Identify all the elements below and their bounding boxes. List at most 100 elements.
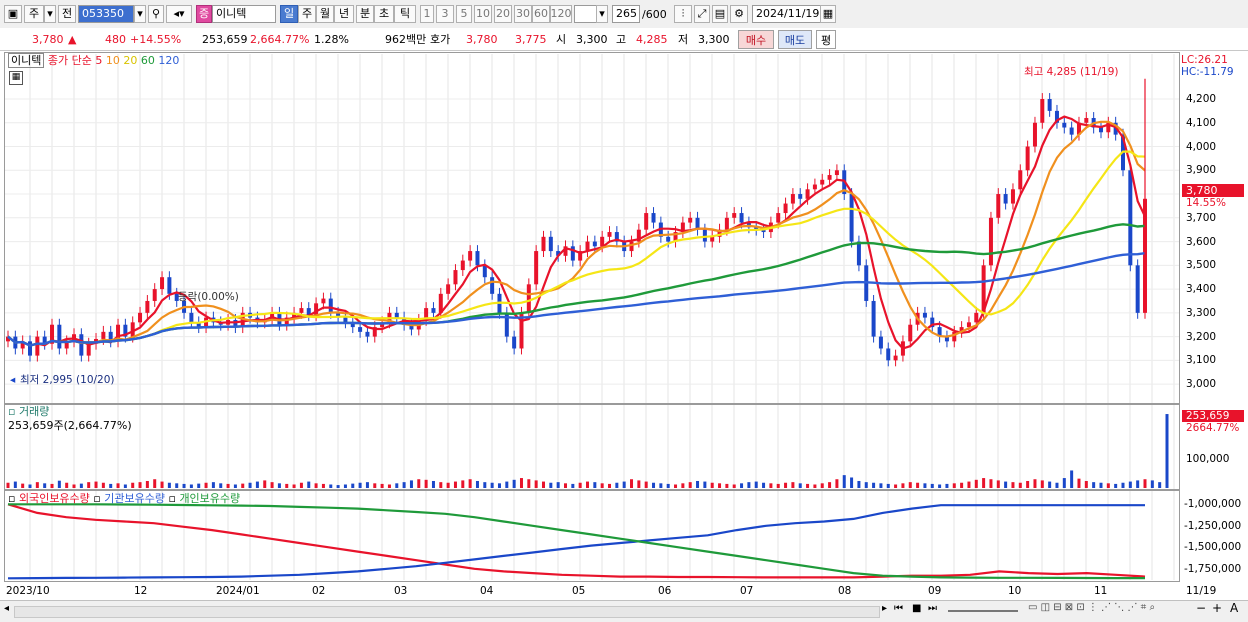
period-60-label: 60 — [534, 7, 548, 20]
last-page-icon[interactable]: ⏭ — [928, 603, 937, 614]
avg-button[interactable]: 평 — [816, 30, 836, 49]
sell-button[interactable]: 매도 — [778, 30, 812, 49]
volume-bar — [938, 484, 942, 488]
draw-tool-icon[interactable]: ⤢ — [694, 5, 710, 23]
volume-bar — [21, 483, 25, 488]
drawing-tools-icon[interactable]: ▭ ◫ ⊟ ⊠ ⊡ ⋮ ⋰ ⋱ ⋰ ⌗ ⌕ — [1028, 602, 1155, 613]
zoom-out-icon[interactable]: − — [1196, 601, 1206, 615]
period-20[interactable]: 20 — [494, 5, 512, 23]
chevron-down-icon[interactable]: ▾ — [44, 5, 56, 23]
first-page-icon[interactable]: ⏮ — [894, 603, 903, 614]
candle-body — [460, 260, 465, 271]
candle-body — [1025, 146, 1030, 171]
candle-body — [453, 270, 458, 285]
volume-bar — [1084, 480, 1088, 488]
date-tick: 09 — [928, 585, 942, 597]
volume-bar — [1114, 483, 1118, 488]
volume-bar — [666, 483, 670, 488]
lc-value: LC:26.21 — [1181, 54, 1228, 66]
chart-menu-icon[interactable]: ▣ — [4, 5, 22, 23]
volume-bar — [681, 483, 685, 488]
candle-body — [468, 251, 473, 261]
period-30[interactable]: 30 — [514, 5, 532, 23]
candle-body — [526, 284, 531, 313]
date-input[interactable]: 2024/11/19 — [752, 5, 822, 23]
candle-body — [35, 336, 40, 356]
volume-bar — [182, 483, 186, 488]
volume-bar — [725, 483, 729, 488]
candle-body — [1128, 170, 1133, 266]
tab-minute-label: 분 — [359, 7, 371, 20]
period-3[interactable]: 3 — [436, 5, 454, 23]
volume-bar — [835, 479, 839, 488]
avg-label: 평 — [820, 33, 832, 47]
volume-bar — [65, 482, 69, 488]
volume-bar — [255, 481, 259, 488]
search-icon[interactable]: ⚲ — [148, 5, 164, 23]
volume-bar — [131, 482, 135, 488]
tab-week[interactable]: 주 — [298, 5, 316, 23]
table-icon[interactable]: ▦ — [9, 71, 23, 85]
tab-second[interactable]: 초 — [374, 5, 394, 23]
count-input[interactable]: 265 — [612, 5, 640, 23]
low-label: 저 — [678, 33, 689, 46]
candle-body — [688, 217, 693, 223]
candle-body — [512, 336, 517, 349]
candle-body — [446, 284, 451, 294]
price-tick: 4,100 — [1186, 116, 1217, 129]
period-60[interactable]: 60 — [532, 5, 550, 23]
price-tick: 3,000 — [1186, 378, 1217, 391]
ma60-label: 60 — [140, 54, 155, 67]
tab-day[interactable]: 일 — [280, 5, 298, 23]
volume-pct-tag: 2664.77% — [1186, 422, 1240, 434]
scrollbar-track[interactable] — [14, 606, 880, 618]
stop-icon[interactable]: ■ — [912, 603, 921, 614]
tab-year[interactable]: 년 — [334, 5, 354, 23]
period-dropdown-icon[interactable]: ▾ — [596, 5, 608, 23]
count-total: /600 — [642, 8, 667, 21]
candle-type-icon[interactable]: ⫶ — [674, 5, 692, 23]
speaker-icon[interactable]: ◂▾ — [166, 5, 192, 23]
font-size-icon[interactable]: A — [1230, 601, 1238, 615]
buy-button[interactable]: 매수 — [738, 30, 774, 49]
save-icon[interactable]: ▤ — [712, 5, 728, 23]
mode-select[interactable]: 주 — [24, 5, 44, 23]
candle-body — [365, 331, 370, 337]
volume-bar — [1143, 479, 1147, 488]
tab-minute[interactable]: 분 — [356, 5, 374, 23]
tab-tick[interactable]: 틱 — [394, 5, 416, 23]
volume-bar — [468, 479, 472, 488]
candle-body — [739, 213, 744, 223]
chart-canvas[interactable] — [0, 52, 1248, 600]
candle-body — [548, 236, 553, 252]
volume-bar — [952, 483, 956, 488]
period-120[interactable]: 120 — [550, 5, 572, 23]
stock-code-input[interactable]: 053350 — [78, 5, 134, 23]
volume-bar — [343, 484, 347, 488]
scroll-right-icon[interactable]: ▸ — [882, 603, 887, 614]
period-1[interactable]: 1 — [420, 5, 434, 23]
tab-month[interactable]: 월 — [316, 5, 334, 23]
volume-bar — [960, 482, 964, 488]
zoom-slider[interactable] — [948, 610, 1018, 612]
scroll-left-icon[interactable]: ◂ — [4, 603, 9, 614]
volume-bar — [211, 482, 215, 488]
date-tick: 02 — [312, 585, 326, 597]
zoom-in-icon[interactable]: + — [1212, 601, 1222, 615]
period-5[interactable]: 5 — [456, 5, 472, 23]
volume-title-text: 거래량 — [18, 405, 50, 418]
prev-button[interactable]: 전 — [58, 5, 76, 23]
period-10[interactable]: 10 — [474, 5, 492, 23]
volume-bar — [336, 485, 340, 488]
stock-name-field[interactable]: 이니텍 — [212, 5, 276, 23]
candle-body — [812, 184, 817, 190]
calendar-icon[interactable]: ▦ — [820, 5, 836, 23]
volume-readout: 253,659주(2,664.77%) — [8, 419, 132, 432]
volume-bar — [828, 482, 832, 488]
code-dropdown-icon[interactable]: ▾ — [134, 5, 146, 23]
volume-bar — [402, 482, 406, 488]
gear-icon[interactable]: ⚙ — [730, 5, 748, 23]
high-value: 4,285 — [636, 33, 668, 46]
price-tick: 3,400 — [1186, 283, 1217, 296]
price-change-pct: +14.55% — [130, 33, 182, 46]
